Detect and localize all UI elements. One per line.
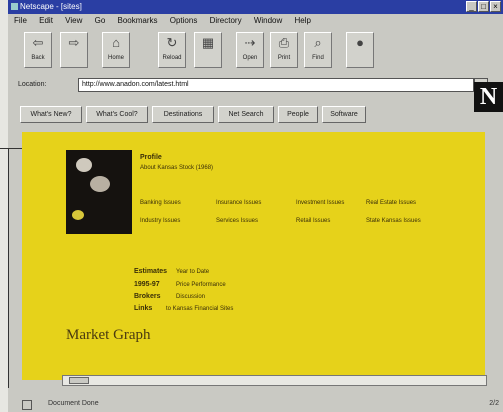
home-button[interactable]: ⌂ Home [102, 32, 130, 68]
stock-photo [66, 150, 132, 234]
menu-options[interactable]: Options [170, 16, 198, 25]
estimates-text: Year to Date [176, 269, 210, 275]
photo-shape [90, 176, 110, 192]
status-bar: Document Done 2/2 [8, 396, 503, 412]
menu-edit[interactable]: Edit [39, 16, 53, 25]
menu-window[interactable]: Window [254, 16, 282, 25]
menu-bookmarks[interactable]: Bookmarks [118, 16, 158, 25]
links-text: to Kansas Financial Sites [166, 306, 234, 312]
print-button[interactable]: ⎙ Print [270, 32, 298, 68]
link-item[interactable]: Insurance Issues [216, 200, 261, 206]
open-button[interactable]: ⇢ Open [236, 32, 264, 68]
menu-file[interactable]: File [14, 16, 27, 25]
close-button[interactable]: × [490, 1, 501, 12]
security-key-icon [22, 400, 32, 410]
photo-shape [76, 158, 92, 172]
forward-icon: ⇨ [68, 35, 80, 50]
back-icon: ⇦ [32, 35, 44, 50]
open-icon: ⇢ [244, 35, 256, 50]
menu-view[interactable]: View [65, 16, 82, 25]
period-text: Price Performance [176, 282, 226, 288]
link-item[interactable]: State Kansas Issues [366, 218, 421, 224]
link-item[interactable]: Retail Issues [296, 218, 330, 224]
print-icon: ⎙ [278, 35, 290, 50]
horizontal-scrollbar[interactable] [62, 375, 487, 386]
find-icon: ⌕ [314, 35, 322, 50]
link-item[interactable]: Investment Issues [296, 200, 344, 206]
people-button[interactable]: People [278, 106, 318, 123]
directory-buttons: What's New? What's Cool? Destinations Ne… [20, 106, 470, 124]
stop-icon: ● [356, 35, 364, 50]
photo-shape [72, 210, 84, 220]
link-item[interactable]: Services Issues [216, 218, 258, 224]
stop-button[interactable]: ● [346, 32, 374, 68]
whats-cool-button[interactable]: What's Cool? [86, 106, 148, 123]
left-frame-line [8, 148, 9, 388]
reload-icon: ↻ [166, 35, 178, 50]
profile-link[interactable]: Profile [140, 154, 162, 161]
maximize-button[interactable]: □ [478, 1, 489, 12]
net-search-button[interactable]: Net Search [218, 106, 274, 123]
period-link[interactable]: 1995-97 [134, 281, 160, 288]
brokers-text: Discussion [176, 294, 206, 300]
back-button[interactable]: ⇦ Back [24, 32, 52, 68]
software-button[interactable]: Software [322, 106, 366, 123]
destinations-button[interactable]: Destinations [152, 106, 214, 123]
images-icon: ▦ [201, 35, 215, 50]
location-input[interactable]: http://www.anadon.com/latest.html [78, 78, 474, 92]
left-divider [0, 148, 22, 149]
link-item[interactable]: Real Estate Issues [366, 200, 416, 206]
whats-new-button[interactable]: What's New? [20, 106, 82, 123]
estimates-link[interactable]: Estimates [134, 268, 167, 275]
forward-button[interactable]: ⇨ [60, 32, 88, 68]
find-button[interactable]: ⌕ Find [304, 32, 332, 68]
location-label: Location: [18, 81, 47, 88]
reload-button[interactable]: ↻ Reload [158, 32, 186, 68]
images-button[interactable]: ▦ [194, 32, 222, 68]
netscape-app-icon [11, 3, 18, 10]
minimize-button[interactable]: _ [466, 1, 477, 12]
toolbar: ⇦ Back ⇨ ⌂ Home ↻ Reload ▦ ⇢ Open ⎙ Print ⌕ Fi… [8, 30, 378, 70]
link-item[interactable]: Banking Issues [140, 200, 181, 206]
menu-directory[interactable]: Directory [210, 16, 242, 25]
status-text: Document Done [48, 400, 99, 407]
location-row: Location: http://www.anadon.com/latest.h… [18, 78, 488, 94]
home-icon: ⌂ [112, 35, 120, 50]
window-title: Netscape - [sites] [20, 2, 82, 11]
links-link[interactable]: Links [134, 305, 152, 312]
scroll-thumb[interactable] [69, 377, 89, 384]
brokers-link[interactable]: Brokers [134, 293, 160, 300]
profile-subtitle: About Kansas Stock (1968) [140, 165, 214, 171]
menu-help[interactable]: Help [295, 16, 311, 25]
menu-bar: File Edit View Go Bookmarks Options Dire… [8, 14, 503, 28]
title-bar: Netscape - [sites] _ □ × [8, 0, 503, 14]
netscape-logo[interactable]: N [474, 82, 503, 112]
market-graph-title: Market Graph [66, 327, 151, 343]
link-item[interactable]: Industry Issues [140, 218, 180, 224]
status-page-count: 2/2 [489, 400, 499, 407]
menu-go[interactable]: Go [95, 16, 106, 25]
